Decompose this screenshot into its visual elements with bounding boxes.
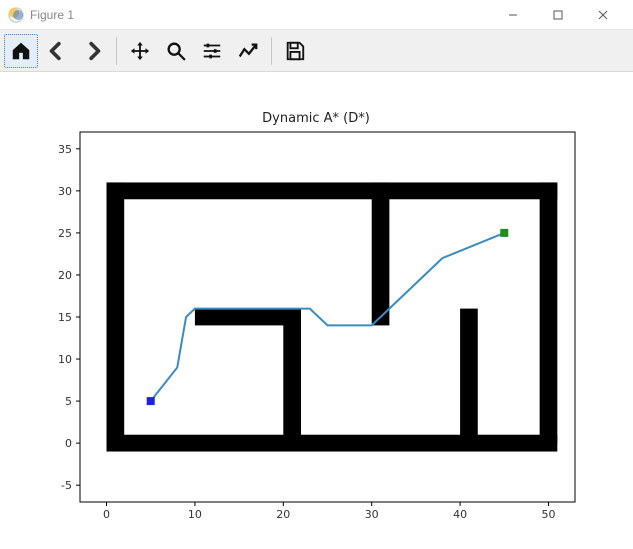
maximize-button[interactable] [535, 0, 580, 30]
obstacles [107, 182, 558, 451]
svg-text:-5: -5 [61, 479, 72, 492]
home-button[interactable] [4, 34, 38, 68]
forward-button[interactable] [76, 34, 110, 68]
subplots-button[interactable] [195, 34, 229, 68]
svg-text:20: 20 [58, 269, 72, 282]
svg-text:50: 50 [541, 508, 555, 521]
save-button[interactable] [278, 34, 312, 68]
minimize-button[interactable] [490, 0, 535, 30]
start-marker [147, 397, 155, 405]
close-button[interactable] [580, 0, 625, 30]
svg-text:40: 40 [453, 508, 467, 521]
svg-text:20: 20 [276, 508, 290, 521]
y-axis: -5 0 5 10 15 20 25 30 35 [58, 143, 80, 492]
app-icon [8, 7, 24, 23]
svg-text:10: 10 [188, 508, 202, 521]
svg-text:25: 25 [58, 227, 72, 240]
zoom-button[interactable] [159, 34, 193, 68]
chart-title: Dynamic A* (D*) [262, 111, 370, 126]
goal-marker [500, 229, 508, 237]
plot-svg: Dynamic A* (D*) 0 10 20 30 40 50 -5 0 5 10 15 20 25… [0, 72, 633, 549]
plot-canvas[interactable]: Dynamic A* (D*) 0 10 20 30 40 50 -5 0 5 10 15 20 25… [0, 72, 633, 549]
svg-text:30: 30 [58, 185, 72, 198]
toolbar-separator [271, 37, 272, 65]
toolbar-separator [116, 37, 117, 65]
x-axis: 0 10 20 30 40 50 [103, 502, 555, 521]
svg-text:10: 10 [58, 353, 72, 366]
back-button[interactable] [40, 34, 74, 68]
titlebar: Figure 1 [0, 0, 633, 30]
svg-text:35: 35 [58, 143, 72, 156]
svg-text:15: 15 [58, 311, 72, 324]
svg-text:5: 5 [65, 395, 72, 408]
pan-button[interactable] [123, 34, 157, 68]
svg-text:0: 0 [103, 508, 110, 521]
window-title: Figure 1 [30, 8, 74, 22]
edit-button[interactable] [231, 34, 265, 68]
svg-text:0: 0 [65, 437, 72, 450]
svg-text:30: 30 [365, 508, 379, 521]
toolbar [0, 30, 633, 72]
